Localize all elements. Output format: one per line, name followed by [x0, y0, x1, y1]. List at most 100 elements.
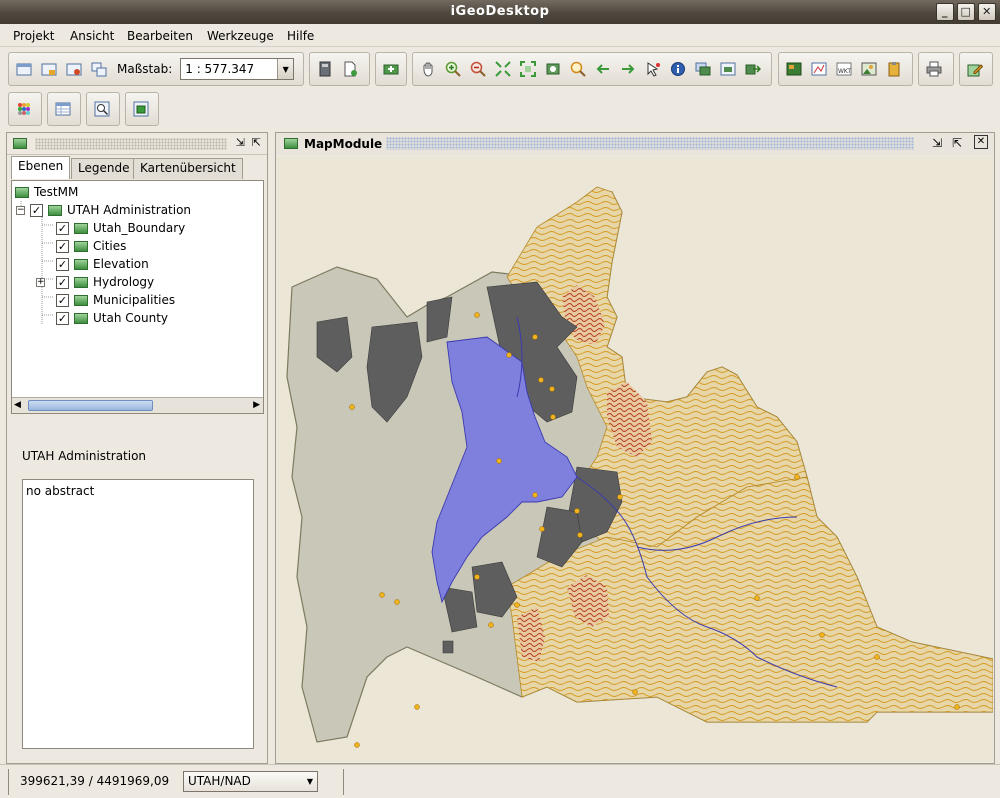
vector-layer-icon[interactable] [808, 59, 829, 80]
minimize-icon[interactable]: _ [936, 3, 954, 21]
map-canvas[interactable] [277, 157, 993, 762]
open-project-icon[interactable] [38, 59, 59, 80]
layer-checkbox[interactable]: ✓ [56, 239, 69, 253]
minimize-panel-icon[interactable]: ⇲ [932, 136, 942, 150]
image-layer-icon[interactable] [858, 59, 879, 80]
search-map-icon[interactable] [91, 99, 112, 120]
layer-checkbox[interactable]: ✓ [56, 311, 69, 325]
zoom-extent-icon[interactable] [517, 59, 538, 80]
tree-layer-hydrology[interactable]: + ✓ Hydrology [36, 273, 154, 291]
notebook-icon[interactable] [314, 59, 335, 80]
layer-label: Cities [93, 239, 127, 253]
layer-checkbox[interactable]: ✓ [56, 275, 69, 289]
menu-ansicht[interactable]: Ansicht [70, 29, 114, 43]
tree-layer-utah-boundary[interactable]: ✓ Utah_Boundary [56, 219, 185, 237]
tree-layer-municipalities[interactable]: ✓ Municipalities [56, 291, 175, 309]
tree-horizontal-scrollbar[interactable]: ◀ ▶ [12, 397, 263, 413]
tab-ebenen[interactable]: Ebenen [11, 156, 71, 179]
zoom-in-icon[interactable] [442, 59, 463, 80]
scroll-right-icon[interactable]: ▶ [253, 400, 260, 410]
tree-root[interactable]: TestMM [15, 183, 78, 201]
menu-hilfe[interactable]: Hilfe [287, 29, 314, 43]
menu-projekt[interactable]: Projekt [13, 29, 54, 43]
arrow-left-icon[interactable] [592, 59, 613, 80]
abstract-textarea[interactable]: no abstract [22, 479, 254, 749]
raster-image-icon[interactable] [783, 59, 804, 80]
close-panel-icon[interactable]: ✕ [974, 135, 988, 149]
attribute-table-icon[interactable] [52, 99, 73, 120]
window-title: iGeoDesktop [450, 4, 550, 19]
project-windows-icon[interactable] [88, 59, 109, 80]
layer-icon [74, 222, 88, 234]
zoom-layer-icon[interactable] [542, 59, 563, 80]
tree-layer-utah-county[interactable]: ✓ Utah County [56, 309, 168, 327]
maximize-panel-icon[interactable]: ⇱ [952, 136, 962, 150]
map-module-header: MapModule ⇲ ⇱ ✕ [276, 133, 994, 155]
layer-panel: ⇲ ⇱ Ebenen Legende Kartenübersicht TestM… [6, 132, 268, 764]
chevron-down-icon[interactable]: ▼ [277, 59, 294, 79]
secondary-toolbar [0, 88, 1000, 130]
menu-werkzeuge[interactable]: Werkzeuge [207, 29, 274, 43]
new-document-icon[interactable] [339, 59, 360, 80]
map-tools-toolbar-group [412, 52, 772, 86]
layer-panel-header: ⇲ ⇱ [7, 133, 267, 155]
map-drawing [286, 186, 993, 748]
tree-layer-elevation[interactable]: ✓ Elevation [56, 255, 149, 273]
tab-kartenuebersicht[interactable]: Kartenübersicht [133, 158, 243, 179]
tab-legende[interactable]: Legende [71, 158, 137, 179]
layer-window-icon[interactable] [717, 59, 738, 80]
edit-pencil-icon[interactable] [964, 59, 985, 80]
info-icon[interactable] [667, 59, 688, 80]
layer-label: Utah_Boundary [93, 221, 186, 235]
layer-label: Utah County [93, 311, 168, 325]
add-layer-icon[interactable] [380, 59, 401, 80]
layer-checkbox[interactable]: ✓ [56, 293, 69, 307]
panel-drag-handle[interactable] [35, 138, 227, 150]
status-bar: 399621,39 / 4491969,09 UTAH/NAD ▼ [0, 764, 1000, 798]
layer-label: Municipalities [93, 293, 176, 307]
close-project-icon[interactable] [63, 59, 84, 80]
layer-tree: TestMM − ✓ UTAH Administration ✓ Utah_Bo… [11, 180, 264, 414]
clipboard-icon[interactable] [883, 59, 904, 80]
data-toolbar-group: WKT [778, 52, 913, 86]
scroll-left-icon[interactable]: ◀ [14, 400, 21, 410]
layer-checkbox[interactable]: ✓ [56, 221, 69, 235]
wkt-icon[interactable]: WKT [833, 59, 854, 80]
full-extent-icon[interactable] [492, 59, 513, 80]
layer-icon [74, 240, 88, 252]
group-checkbox[interactable]: ✓ [30, 203, 43, 217]
menu-bearbeiten[interactable]: Bearbeiten [127, 29, 193, 43]
export-layer-icon[interactable] [742, 59, 763, 80]
map-module-icon [284, 138, 298, 149]
status-separator [343, 769, 344, 795]
title-bar: iGeoDesktop _ □ ✕ [0, 0, 1000, 24]
tree-layer-cities[interactable]: ✓ Cities [56, 237, 126, 255]
tree-group-utah-administration[interactable]: − ✓ UTAH Administration [16, 201, 191, 219]
document-toolbar-group [309, 52, 370, 86]
close-icon[interactable]: ✕ [978, 3, 996, 21]
maximize-panel-icon[interactable]: ⇱ [252, 136, 261, 149]
new-project-icon[interactable] [13, 59, 34, 80]
layer-checkbox[interactable]: ✓ [56, 257, 69, 271]
collapse-icon[interactable]: − [16, 205, 25, 215]
color-grid-icon[interactable] [13, 99, 34, 120]
table-toolbar-group [47, 92, 81, 126]
minimize-panel-icon[interactable]: ⇲ [236, 136, 245, 149]
maximize-icon[interactable]: □ [957, 3, 975, 21]
layer-label: Hydrology [93, 275, 155, 289]
map-module-icon[interactable] [130, 99, 151, 120]
pan-hand-icon[interactable] [417, 59, 438, 80]
print-icon[interactable] [923, 59, 944, 80]
scroll-thumb[interactable] [28, 400, 153, 411]
map-drag-handle[interactable] [386, 137, 914, 150]
zoom-out-icon[interactable] [467, 59, 488, 80]
chevron-down-icon[interactable]: ▼ [307, 772, 313, 791]
crs-select[interactable]: UTAH/NAD ▼ [183, 771, 318, 792]
layer-stack-icon[interactable] [692, 59, 713, 80]
expand-icon[interactable]: + [36, 277, 45, 287]
arrow-right-icon[interactable] [617, 59, 638, 80]
zoom-select-icon[interactable] [567, 59, 588, 80]
select-pointer-icon[interactable] [642, 59, 663, 80]
scale-select[interactable]: 1 : 577.347 ▼ [180, 58, 295, 80]
search-toolbar-group [86, 92, 120, 126]
